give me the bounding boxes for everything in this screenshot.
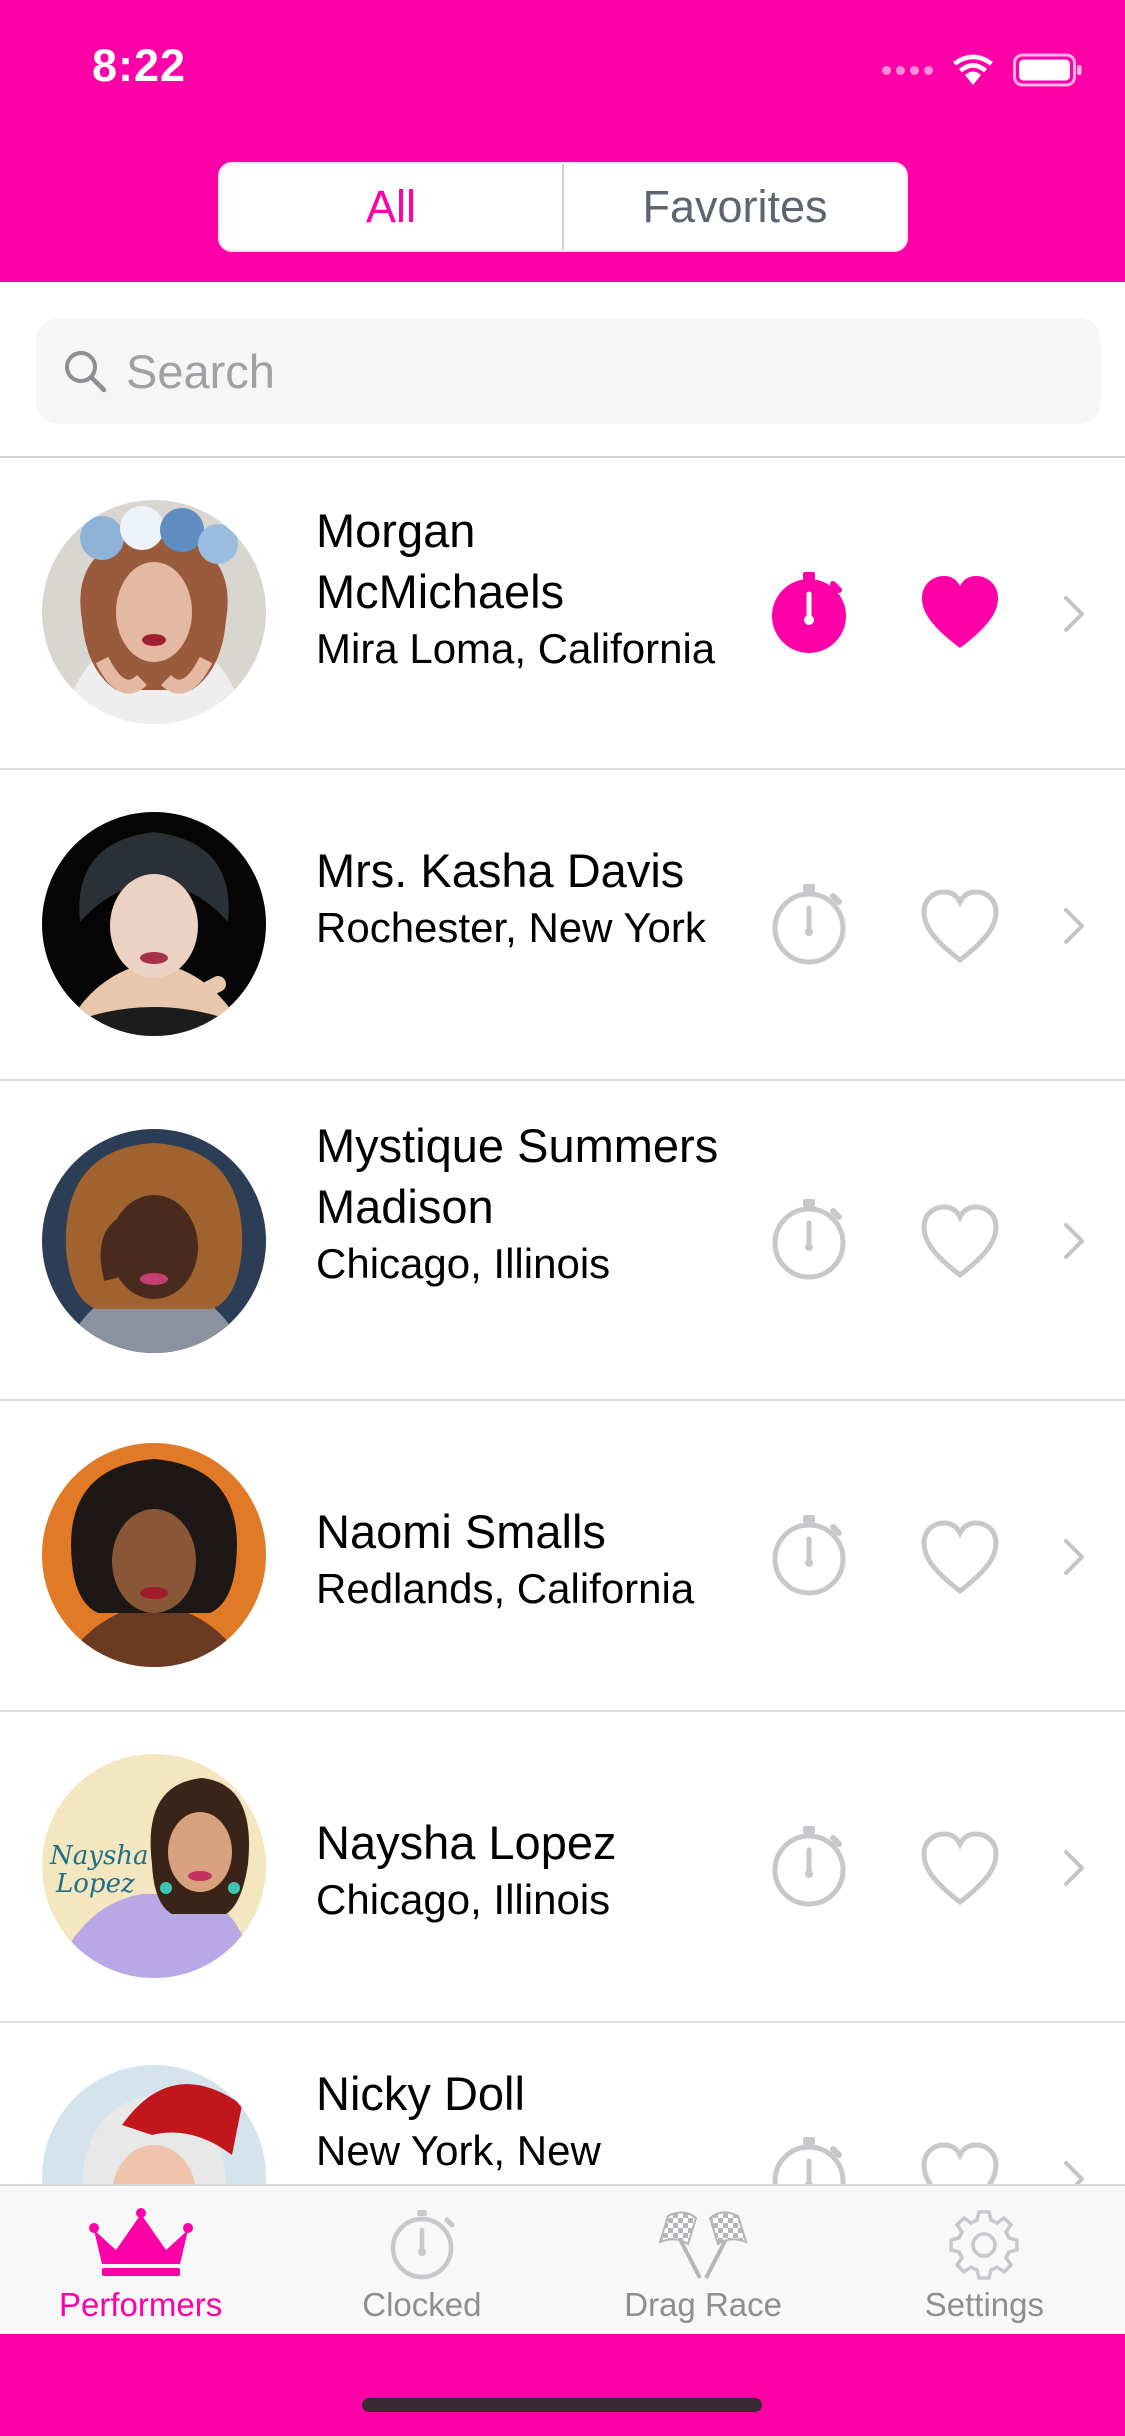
performer-location: Chicago, Illinois bbox=[316, 1876, 611, 1923]
avatar bbox=[42, 812, 266, 1036]
list-item[interactable]: Naomi Smalls Redlands, California bbox=[0, 1401, 1125, 1712]
tab-label: Clocked bbox=[362, 2286, 482, 2323]
stopwatch-icon[interactable] bbox=[767, 2135, 851, 2184]
heart-icon[interactable] bbox=[918, 2139, 1002, 2184]
checkered-flags-icon bbox=[658, 2211, 748, 2279]
stopwatch-icon bbox=[390, 2210, 455, 2280]
performer-location: Rochester, New York bbox=[316, 904, 706, 951]
segmented-control: All Favorites bbox=[218, 162, 908, 252]
stopwatch-icon[interactable] bbox=[767, 570, 851, 654]
avatar bbox=[42, 500, 266, 724]
wifi-icon bbox=[953, 54, 993, 85]
list-item[interactable]: Mrs. Kasha Davis Rochester, New York bbox=[0, 770, 1125, 1081]
tab-drag-race[interactable]: Drag Race bbox=[563, 2186, 844, 2334]
performer-name: Mrs. Kasha Davis bbox=[316, 844, 685, 897]
stopwatch-icon[interactable] bbox=[767, 1513, 851, 1597]
segment-all[interactable]: All bbox=[220, 164, 562, 250]
search-input[interactable] bbox=[126, 343, 1026, 399]
performer-name: Naysha Lopez bbox=[316, 1816, 617, 1869]
stopwatch-icon[interactable] bbox=[767, 1824, 851, 1908]
performer-name: Morgan McMichaels bbox=[316, 504, 565, 618]
home-indicator-area bbox=[0, 2334, 1125, 2436]
performer-location: Chicago, Illinois bbox=[316, 1240, 611, 1287]
performer-location: New York, New bbox=[316, 2127, 601, 2174]
crown-icon bbox=[88, 2208, 193, 2276]
list-item[interactable]: Morgan McMichaels Mira Loma, California bbox=[0, 458, 1125, 770]
performer-name: Mystique Summers Madison bbox=[316, 1119, 719, 1233]
performer-location: Redlands, California bbox=[316, 1565, 695, 1612]
performer-text: Mystique Summers Madison Chicago, Illino… bbox=[316, 1115, 736, 1291]
chevron-right-icon bbox=[1064, 596, 1084, 632]
tab-label: Performers bbox=[59, 2286, 223, 2323]
tab-clocked[interactable]: Clocked bbox=[281, 2186, 562, 2334]
status-icons bbox=[882, 52, 1083, 88]
heart-icon[interactable] bbox=[918, 1201, 1002, 1285]
avatar: Naysha Lopez bbox=[42, 1754, 266, 1978]
chevron-right-icon bbox=[1064, 2161, 1084, 2184]
stopwatch-icon[interactable] bbox=[767, 882, 851, 966]
stopwatch-icon[interactable] bbox=[767, 1197, 851, 1281]
chevron-right-icon bbox=[1064, 1223, 1084, 1259]
avatar bbox=[42, 2065, 266, 2184]
tab-performers[interactable]: Performers bbox=[0, 2186, 281, 2334]
heart-icon[interactable] bbox=[918, 572, 1002, 656]
performer-name: Naomi Smalls bbox=[316, 1505, 606, 1558]
performer-text: Morgan McMichaels Mira Loma, California bbox=[316, 500, 736, 676]
chevron-right-icon bbox=[1064, 908, 1084, 944]
performer-text: Naysha Lopez Chicago, Illinois bbox=[316, 1812, 736, 1927]
list-item[interactable]: Nicky Doll New York, New bbox=[0, 2023, 1125, 2184]
svg-text:Lopez: Lopez bbox=[55, 1869, 135, 1899]
avatar bbox=[42, 1129, 266, 1353]
performer-text: Mrs. Kasha Davis Rochester, New York bbox=[316, 840, 736, 955]
chevron-right-icon bbox=[1064, 1850, 1084, 1886]
list-item[interactable]: Naysha Lopez Naysha Lopez Chicago, Illin… bbox=[0, 1712, 1125, 2023]
search-icon bbox=[65, 351, 107, 393]
svg-text:Naysha: Naysha bbox=[49, 1841, 149, 1871]
gear-icon bbox=[949, 2210, 1020, 2280]
performer-list: Morgan McMichaels Mira Loma, California bbox=[0, 458, 1125, 2184]
heart-icon[interactable] bbox=[918, 886, 1002, 970]
cellular-signal-icon bbox=[882, 65, 933, 75]
segment-favorites[interactable]: Favorites bbox=[562, 164, 906, 250]
header-bar: 8:22 All Favorites bbox=[0, 0, 1125, 282]
home-indicator[interactable] bbox=[362, 2398, 762, 2412]
performer-text: Nicky Doll New York, New bbox=[316, 2063, 736, 2178]
avatar bbox=[42, 1443, 266, 1667]
list-item[interactable]: Mystique Summers Madison Chicago, Illino… bbox=[0, 1081, 1125, 1401]
performer-text: Naomi Smalls Redlands, California bbox=[316, 1501, 736, 1616]
heart-icon[interactable] bbox=[918, 1828, 1002, 1912]
tab-bar: Performers Clocked Drag Race Settings bbox=[0, 2184, 1125, 2334]
tab-label: Settings bbox=[924, 2286, 1044, 2323]
battery-icon bbox=[1013, 53, 1082, 87]
search-bar bbox=[36, 318, 1101, 424]
performer-location: Mira Loma, California bbox=[316, 625, 716, 672]
chevron-right-icon bbox=[1064, 1539, 1084, 1575]
tab-label: Drag Race bbox=[624, 2286, 782, 2323]
performer-name: Nicky Doll bbox=[316, 2067, 525, 2120]
tab-settings[interactable]: Settings bbox=[844, 2186, 1125, 2334]
status-time: 8:22 bbox=[92, 40, 187, 91]
heart-icon[interactable] bbox=[918, 1517, 1002, 1601]
